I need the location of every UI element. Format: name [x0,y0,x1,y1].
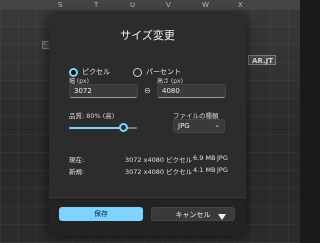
new-size: 4.1 MB [193,166,216,174]
column-ruler: S T U V W X [0,0,300,10]
new-format: JPG [217,166,228,174]
background-marker: - [43,40,46,48]
chevron-down-icon: ⌄ [214,121,220,129]
radio-unselected-icon [133,67,142,77]
filetype-select[interactable]: JPG ⌄ [173,119,225,133]
link-icon[interactable]: ⊖ [144,86,151,95]
ruler-letter: U [130,1,136,9]
new-dimensions: 3072 x4080 ピクセル [125,168,193,176]
current-label: 現在: [69,156,85,164]
resize-dialog: サイズ変更 ピクセル パーセント 幅 (px) 3072 ⊖ 高さ (px) 4… [49,15,246,236]
current-size: 6.9 MB [193,154,216,162]
height-field[interactable]: 4080 [157,84,226,98]
ruler-letter: T [94,1,99,9]
filetype-value: JPG [178,122,190,130]
ruler-letter: S [58,1,63,9]
quality-slider[interactable] [69,123,137,132]
current-dimensions: 3072 x4080 ピクセル [125,156,193,164]
ruler-letter: V [166,1,171,9]
ruler-letter: X [238,1,243,9]
dialog-title: サイズ変更 [120,29,175,42]
new-label: 新規: [69,168,85,176]
ruler-letter: W [202,1,209,9]
current-format: JPG [217,154,228,162]
quality-slider-fill [69,127,124,129]
save-button[interactable]: 保存 [59,207,143,221]
background-badge-text: AR.JT [252,57,273,65]
quality-slider-thumb[interactable] [118,123,128,132]
cursor-icon [218,214,226,220]
dialog-footer: 保存 キャンセル [49,197,246,236]
quality-label: 品質: 80% (高) [69,112,115,120]
width-field[interactable]: 3072 [69,84,138,98]
